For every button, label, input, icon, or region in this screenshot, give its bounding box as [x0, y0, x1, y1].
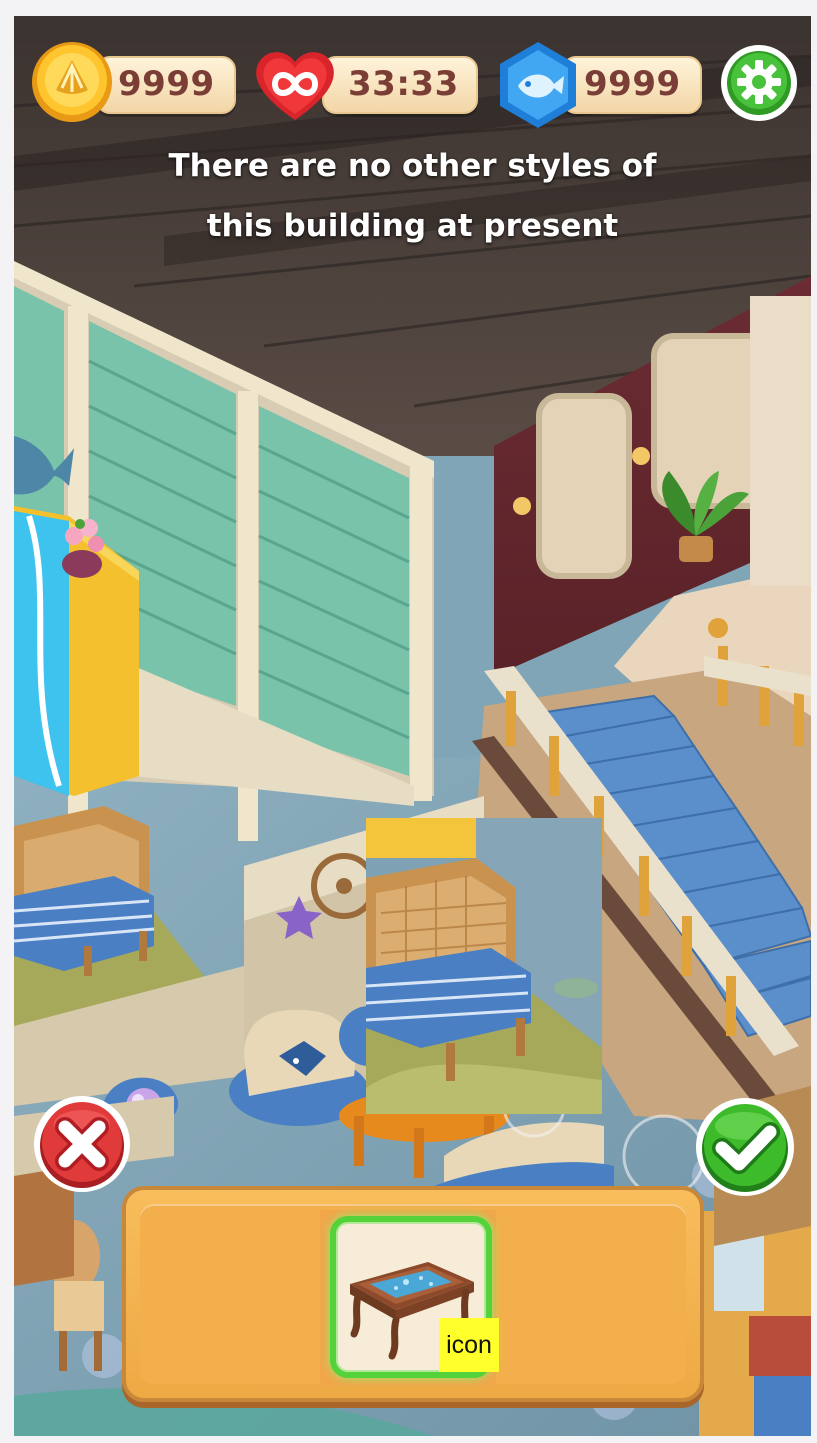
settings-button[interactable]	[720, 44, 798, 122]
shell-coin-icon	[30, 40, 114, 124]
game-viewport: 9999 33:33 9999 There are no other style…	[14, 16, 811, 1436]
checkmark-icon	[696, 1098, 794, 1196]
style-preview	[366, 818, 602, 1114]
lives-timer: 33:33	[348, 64, 459, 104]
cancel-button[interactable]	[32, 1094, 132, 1194]
gear-icon	[721, 45, 797, 121]
no-styles-message-line2: this building at present	[206, 208, 619, 244]
fish-count: 9999	[584, 64, 681, 104]
no-styles-message-line1: There are no other styles of	[168, 148, 657, 184]
coin-count: 9999	[118, 64, 215, 104]
fish-gem-icon	[496, 40, 580, 130]
confirm-button[interactable]	[694, 1096, 796, 1198]
close-icon	[34, 1096, 130, 1192]
item-icon-label: icon	[439, 1318, 499, 1372]
infinite-heart-icon	[250, 44, 340, 124]
